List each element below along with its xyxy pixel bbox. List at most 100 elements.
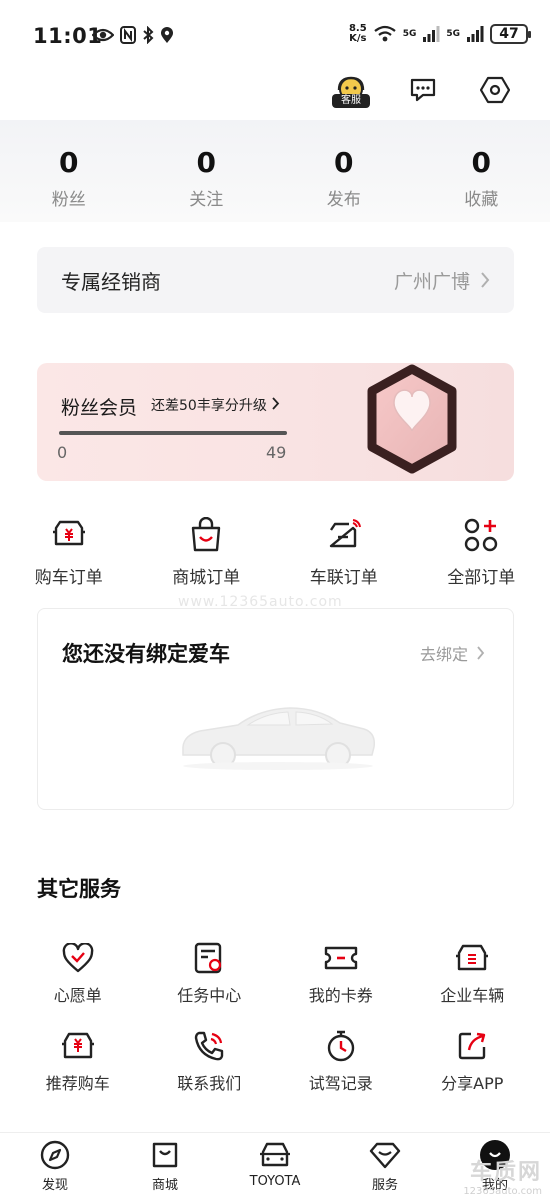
order-label: 车联订单	[309, 568, 378, 588]
service-coupons[interactable]: 我的卡券	[275, 940, 407, 1006]
placeholder-car-icon	[182, 707, 376, 770]
bind-car-link[interactable]: 去绑定	[420, 641, 485, 665]
chevron-right-icon	[477, 646, 485, 660]
service-wishlist[interactable]: 心愿单	[12, 940, 144, 1006]
stat-value: 0	[59, 146, 79, 179]
settings-hex-icon	[480, 76, 510, 104]
service-test-drive[interactable]: 试驾记录	[275, 1028, 407, 1094]
membership-min: 0	[57, 443, 68, 462]
stat-value: 0	[196, 146, 216, 179]
diamond-icon	[369, 1142, 401, 1169]
connected-car-icon	[329, 519, 361, 548]
order-label: 购车订单	[34, 568, 103, 588]
signal-label-2: 5G	[446, 29, 460, 39]
stat-following[interactable]: 0 关注	[138, 120, 276, 222]
chevron-right-icon	[481, 272, 490, 288]
chevron-right-icon	[272, 397, 280, 410]
car-binding-card: 您还没有绑定爱车 去绑定	[37, 608, 514, 810]
nav-label: TOYOTA	[249, 1174, 301, 1189]
heart-check-icon	[62, 943, 94, 973]
location-icon	[161, 27, 173, 43]
dealer-value: 广州广博	[393, 270, 470, 293]
stat-label: 关注	[189, 190, 224, 210]
service-recommend-car[interactable]: 推荐购车	[12, 1028, 144, 1094]
service-task-center[interactable]: 任务中心	[144, 940, 276, 1006]
dealer-label: 专属经销商	[61, 269, 161, 294]
orders-row: 购车订单 商城订单 车联订单 全部订单	[0, 515, 550, 588]
membership-hint: 还差50丰享分升级	[151, 398, 267, 414]
service-label: 分享APP	[441, 1074, 504, 1093]
membership-title: 粉丝会员	[61, 397, 138, 419]
bag-icon	[152, 1142, 178, 1168]
stat-value: 0	[471, 146, 491, 179]
order-purchase-car[interactable]: 购车订单	[0, 515, 138, 588]
message-button[interactable]	[406, 72, 440, 108]
all-orders-icon	[465, 518, 498, 552]
nav-service[interactable]: 服务	[330, 1133, 440, 1203]
dealer-value-group: 广州广博	[394, 267, 490, 294]
service-label: 企业车辆	[440, 986, 505, 1005]
service-label: 推荐购车	[45, 1074, 110, 1093]
car-front-icon	[260, 1142, 290, 1167]
nav-mall[interactable]: 商城	[110, 1133, 220, 1203]
net-speed: 8.5 K/s	[348, 23, 367, 44]
service-label: 任务中心	[177, 986, 242, 1005]
car-yuan-icon	[52, 520, 85, 546]
order-mall[interactable]: 商城订单	[138, 515, 276, 588]
eye-icon	[92, 28, 114, 42]
stopwatch-icon	[327, 1030, 354, 1062]
service-contact-us[interactable]: 联系我们	[144, 1028, 276, 1094]
service-label: 心愿单	[53, 986, 102, 1005]
enterprise-car-icon	[456, 944, 489, 971]
settings-button[interactable]	[478, 72, 512, 108]
stat-label: 粉丝	[51, 190, 86, 210]
nfc-icon	[120, 26, 136, 44]
status-bar: 11:01 8.5 K/s 5G 5G 47	[0, 0, 550, 72]
corner-watermark-url: 12365auto.com	[463, 1186, 542, 1197]
service-label: 我的卡券	[308, 986, 373, 1005]
stat-value: 0	[334, 146, 354, 179]
battery-indicator: 47	[490, 24, 531, 44]
signal-label-1: 5G	[402, 29, 417, 39]
membership-progress	[59, 431, 287, 435]
membership-heart-emblem-icon	[367, 364, 457, 474]
order-connected[interactable]: 车联订单	[275, 515, 413, 588]
bind-car-label: 去绑定	[419, 645, 468, 664]
message-icon	[410, 78, 436, 102]
compass-icon	[40, 1140, 70, 1170]
membership-card[interactable]: 粉丝会员 还差50丰享分升级 0 49	[37, 363, 514, 481]
corner-watermark: 车质网 12365auto.com	[463, 1154, 542, 1197]
car-binding-title: 您还没有绑定爱车	[62, 642, 230, 666]
membership-upgrade-link[interactable]: 还差50丰享分升级	[151, 395, 280, 415]
nav-label: 发现	[41, 1178, 68, 1193]
order-all[interactable]: 全部订单	[413, 515, 550, 588]
shopping-bag-icon	[192, 517, 221, 552]
task-icon	[195, 942, 222, 974]
services-title: 其它服务	[37, 877, 121, 901]
stat-posts[interactable]: 0 发布	[275, 120, 413, 222]
nav-label: 服务	[371, 1178, 398, 1193]
nav-toyota[interactable]: TOYOTA	[220, 1133, 330, 1203]
membership-progress-fill	[59, 431, 287, 435]
service-label: 试驾记录	[308, 1074, 373, 1093]
service-enterprise-car[interactable]: 企业车辆	[407, 940, 539, 1006]
customer-service-label: 客服	[332, 94, 370, 108]
stat-label: 发布	[326, 190, 361, 210]
dealer-card[interactable]: 专属经销商 广州广博	[37, 247, 514, 313]
customer-service-button[interactable]: 客服	[332, 72, 370, 108]
service-share-app[interactable]: 分享APP	[407, 1028, 539, 1094]
coupon-icon	[324, 946, 357, 970]
order-label: 全部订单	[447, 568, 516, 588]
stat-favorites[interactable]: 0 收藏	[413, 120, 550, 222]
header-actions: 客服	[332, 72, 512, 108]
corner-watermark-logo: 车质网	[469, 1160, 542, 1185]
recommend-car-icon	[61, 1032, 94, 1059]
stat-fans[interactable]: 0 粉丝	[0, 120, 138, 222]
signal-icon-2	[467, 26, 484, 42]
phone-icon	[195, 1031, 224, 1061]
signal-icon	[423, 26, 440, 42]
nav-discover[interactable]: 发现	[0, 1133, 110, 1203]
bluetooth-icon	[143, 26, 154, 44]
order-label: 商城订单	[172, 568, 241, 588]
nav-label: 商城	[151, 1178, 178, 1193]
